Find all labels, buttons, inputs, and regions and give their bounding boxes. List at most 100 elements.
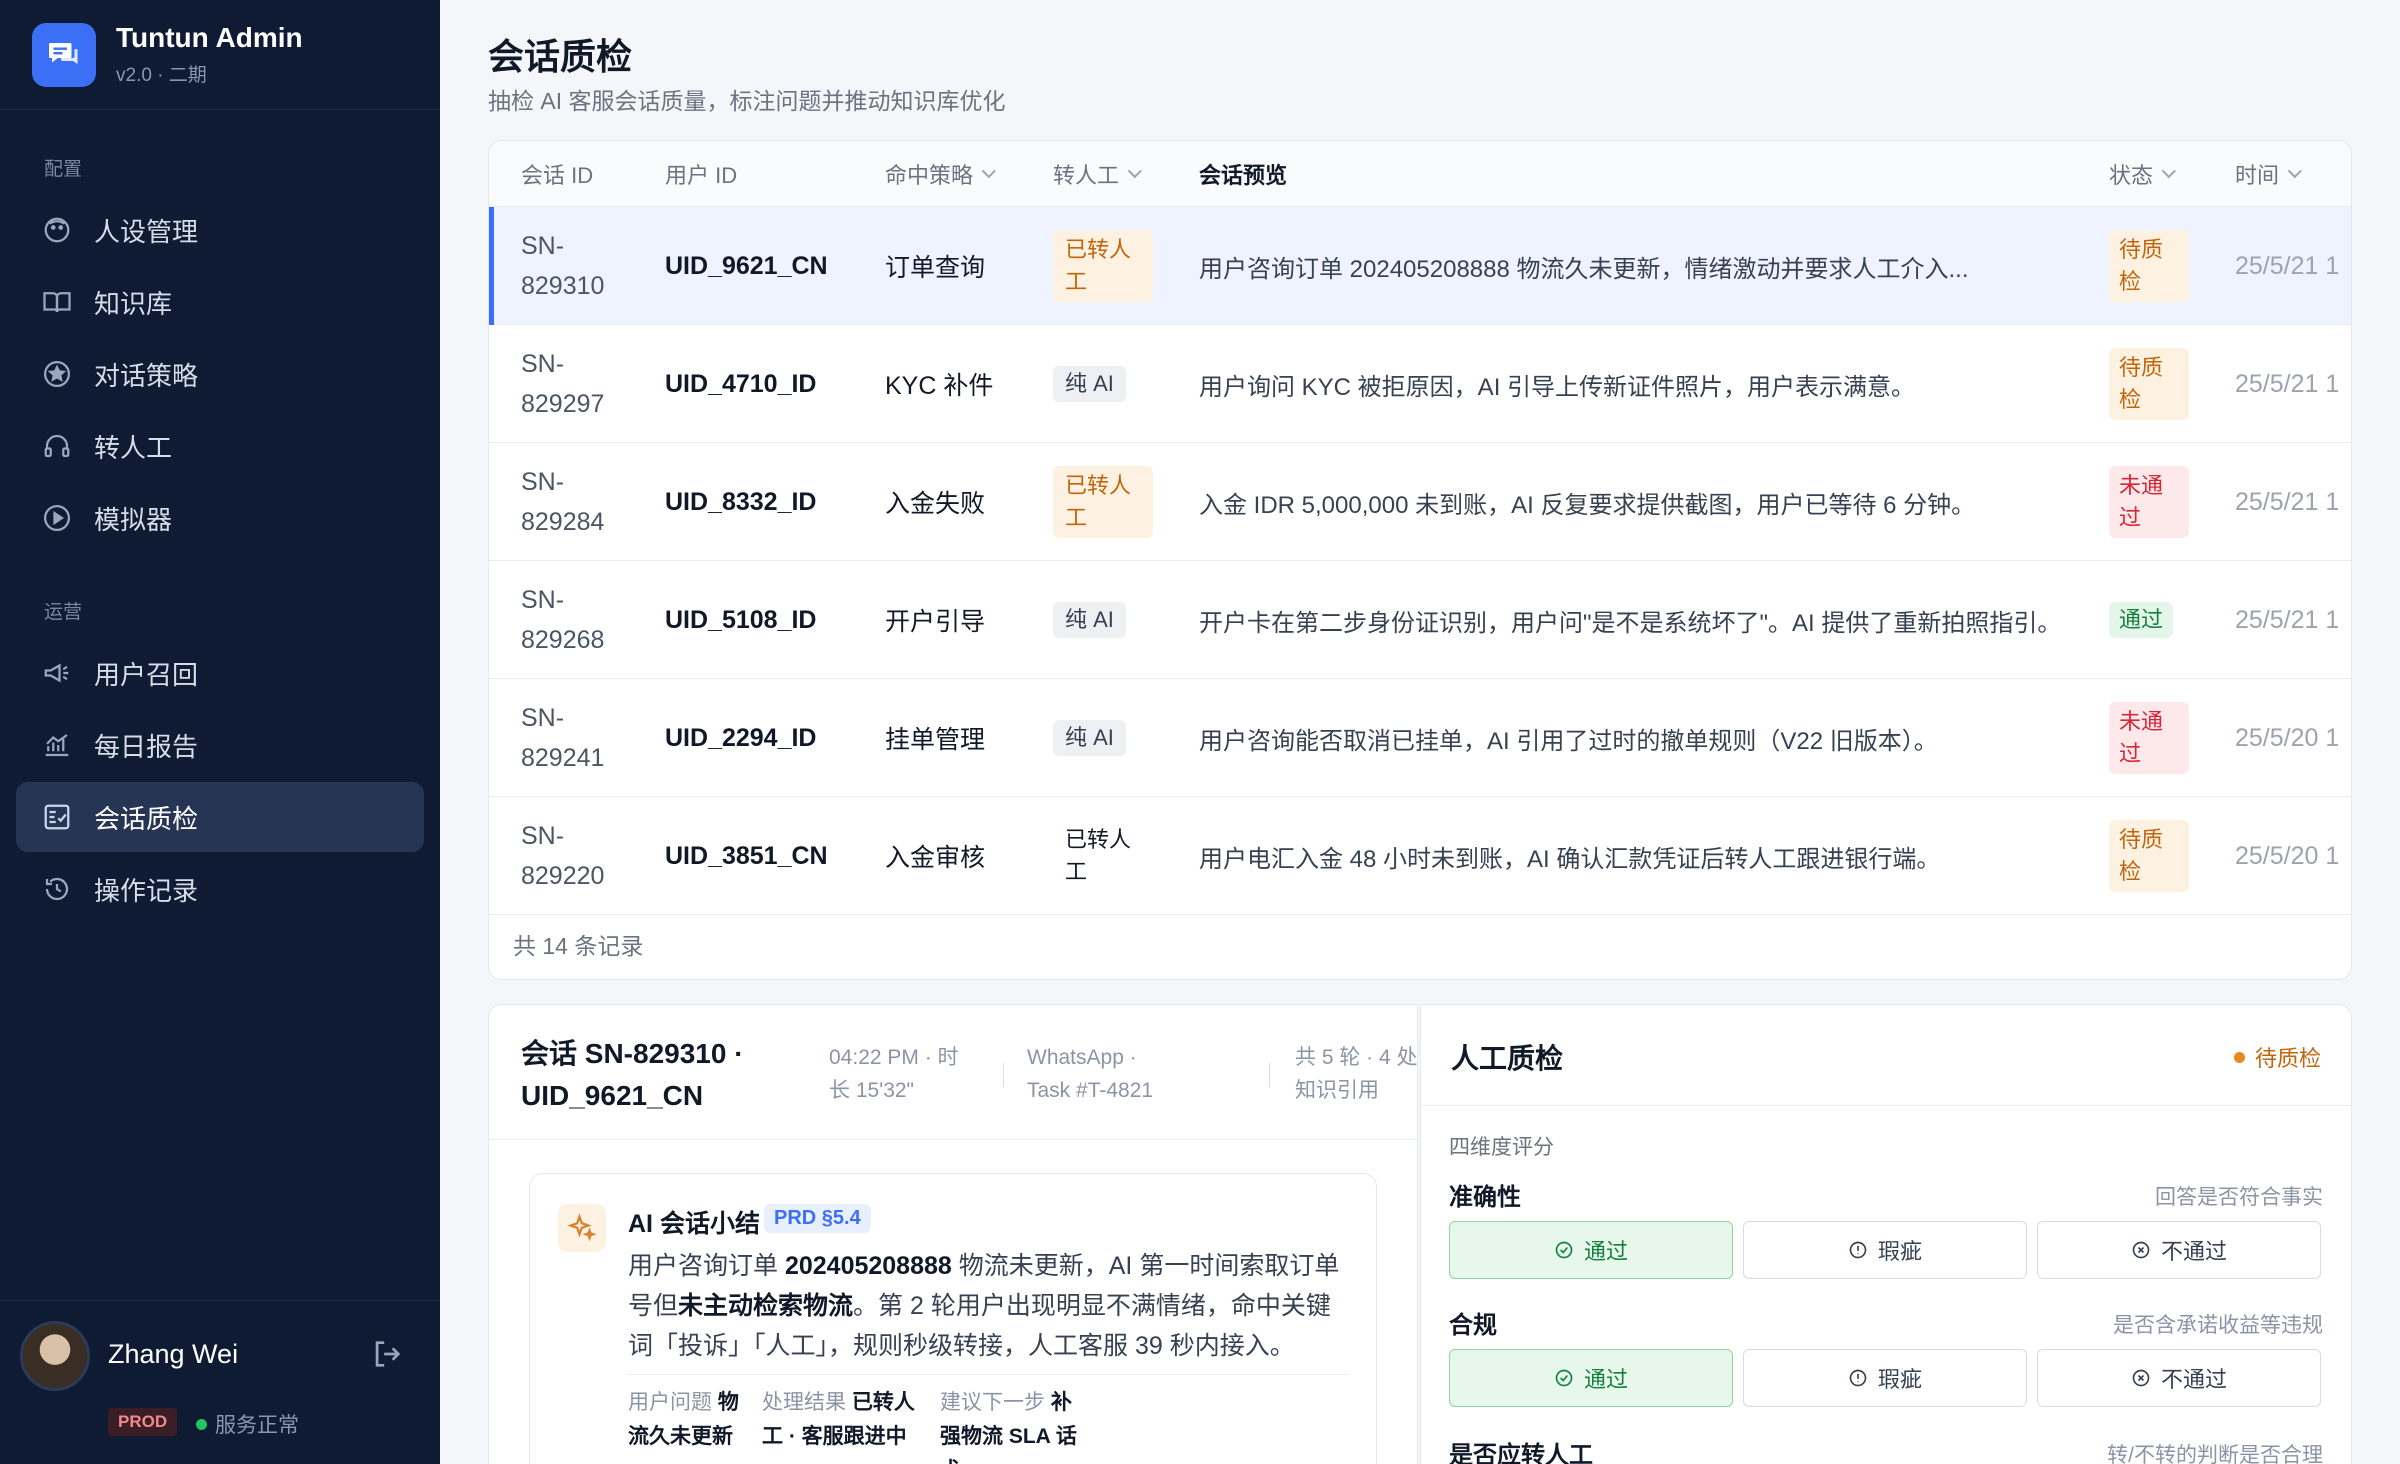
col-policy[interactable]: 命中策略 bbox=[885, 141, 996, 207]
table-row[interactable]: SN- 829220 UID_3851_CN 入金审核 已转人工 用户电汇入金 4… bbox=[489, 797, 2351, 915]
compliance-pass-button[interactable]: 通过 bbox=[1449, 1349, 1733, 1407]
chevron-down-icon bbox=[981, 164, 996, 179]
session-detail: 会话 SN-829310 · UID_9621_CN 04:22 PM · 时长… bbox=[488, 1004, 1418, 1464]
cell-session-id: SN- 829241 bbox=[521, 679, 631, 797]
session-id-number: 829310 bbox=[521, 272, 605, 300]
divider bbox=[1269, 1063, 1270, 1087]
user-name: Zhang Wei bbox=[108, 1339, 239, 1369]
status-badge: 通过 bbox=[2109, 602, 2174, 638]
cell-policy: 挂单管理 bbox=[885, 726, 986, 754]
check-circle-icon bbox=[1555, 1369, 1573, 1387]
handoff-tag: 纯 AI bbox=[1053, 602, 1126, 638]
summary-problem: 用户问题 物流久未更新 bbox=[628, 1386, 752, 1454]
dim-handoff-label: 是否应转人工 bbox=[1449, 1442, 1593, 1464]
summary-next-step: 建议下一步 补强物流 SLA 话术 bbox=[940, 1386, 1090, 1464]
cell-preview: 开户卡在第二步身份证识别，用户问"是不是系统坏了"。AI 提供了重新拍照指引。 bbox=[1199, 609, 2062, 637]
sidebar-item-label: 每日报告 bbox=[94, 731, 199, 762]
accuracy-fail-button[interactable]: 不通过 bbox=[2037, 1221, 2321, 1279]
col-preview: 会话预览 bbox=[1199, 163, 1288, 188]
cell-preview: 用户咨询能否取消已挂单，AI 引用了过时的撤单规则（V22 旧版本）。 bbox=[1199, 727, 1938, 755]
detail-channel: WhatsApp · Task #T-4821 bbox=[1027, 1046, 1154, 1102]
cell-policy: 开户引导 bbox=[885, 608, 986, 636]
chat-logo-icon bbox=[32, 22, 96, 87]
session-id-number: 829220 bbox=[521, 862, 605, 890]
cell-preview: 用户咨询订单 202405208888 物流久未更新，情绪激动并要求人工介入..… bbox=[1199, 255, 1969, 283]
chevron-down-icon bbox=[2161, 164, 2176, 179]
table-row[interactable]: SN- 829297 UID_4710_ID KYC 补件 纯 AI 用户询问 K… bbox=[489, 325, 2351, 443]
sidebar-item-recall[interactable]: 用户召回 bbox=[16, 638, 424, 708]
sidebar-item-logs[interactable]: 操作记录 bbox=[16, 854, 424, 924]
compliance-flaw-button[interactable]: 瑕疵 bbox=[1743, 1349, 2027, 1407]
cell-user-id: UID_2294_ID bbox=[665, 723, 817, 752]
table-row[interactable]: SN- 829284 UID_8332_ID 入金失败 已转人工 入金 IDR 5… bbox=[489, 443, 2351, 561]
detail-rounds: 共 5 轮 · 4 处知识引用 bbox=[1295, 1046, 1418, 1102]
handoff-tag: 已转人工 bbox=[1053, 230, 1153, 302]
sidebar-item-label: 人设管理 bbox=[94, 216, 199, 247]
handoff-tag: 纯 AI bbox=[1053, 720, 1126, 756]
col-policy-label: 命中策略 bbox=[885, 163, 974, 188]
cell-policy: KYC 补件 bbox=[885, 372, 994, 400]
sidebar-item-label: 会话质检 bbox=[94, 803, 199, 834]
sidebar-item-strategy[interactable]: 对话策略 bbox=[16, 339, 424, 409]
sidebar-item-handoff[interactable]: 转人工 bbox=[16, 411, 424, 481]
handoff-tag: 已转人工 bbox=[1053, 466, 1153, 538]
alert-circle-icon bbox=[1849, 1241, 1867, 1259]
book-icon bbox=[40, 285, 74, 319]
page-subtitle: 抽检 AI 客服会话质量，标注问题并推动知识库优化 bbox=[488, 88, 1006, 114]
cell-policy: 订单查询 bbox=[885, 254, 986, 282]
sidebar-item-qa[interactable]: 会话质检 bbox=[16, 782, 424, 852]
star-icon bbox=[40, 357, 74, 391]
cell-session-id: SN- 829310 bbox=[521, 207, 631, 325]
checklist-icon bbox=[40, 800, 74, 834]
accuracy-flaw-button[interactable]: 瑕疵 bbox=[1743, 1221, 2027, 1279]
session-id-number: 829241 bbox=[521, 744, 605, 772]
option-label: 不通过 bbox=[2160, 1367, 2227, 1392]
accuracy-pass-button[interactable]: 通过 bbox=[1449, 1221, 1733, 1279]
cell-handoff: 纯 AI bbox=[1053, 325, 1153, 443]
cell-user-id: UID_8332_ID bbox=[665, 487, 817, 516]
dim-accuracy-hint: 回答是否符合事实 bbox=[2155, 1186, 2323, 1209]
cell-handoff: 纯 AI bbox=[1053, 561, 1153, 679]
sidebar-item-knowledge[interactable]: 知识库 bbox=[16, 267, 424, 337]
check-circle-icon bbox=[1555, 1241, 1573, 1259]
cell-preview: 用户电汇入金 48 小时未到账，AI 确认汇款凭证后转人工跟进银行端。 bbox=[1199, 845, 1941, 873]
sidebar-item-daily-report[interactable]: 每日报告 bbox=[16, 710, 424, 780]
main: 会话质检 抽检 AI 客服会话质量，标注问题并推动知识库优化 会话 ID 用户 … bbox=[440, 0, 2400, 1464]
logout-icon[interactable] bbox=[370, 1337, 406, 1373]
compliance-fail-button[interactable]: 不通过 bbox=[2037, 1349, 2321, 1407]
cell-policy: 入金审核 bbox=[885, 844, 986, 872]
col-handoff[interactable]: 转人工 bbox=[1053, 141, 1142, 207]
cell-status: 待质检 bbox=[2109, 207, 2189, 325]
brand[interactable]: Tuntun Admin v2.0 · 二期 bbox=[0, 0, 440, 110]
sidebar-item-label: 对话策略 bbox=[94, 360, 199, 391]
table-row[interactable]: SN- 829268 UID_5108_ID 开户引导 纯 AI 开户卡在第二步身… bbox=[489, 561, 2351, 679]
chevron-down-icon bbox=[2287, 164, 2302, 179]
status-badge: 未通过 bbox=[2109, 702, 2189, 774]
alert-circle-icon bbox=[1849, 1369, 1867, 1387]
prd-badge[interactable]: PRD §5.4 bbox=[764, 1204, 871, 1233]
nav-section-ops: 运营 bbox=[44, 602, 83, 623]
summary-result: 处理结果 已转人工 · 客服跟进中 bbox=[762, 1386, 934, 1454]
session-id-prefix: SN- bbox=[521, 822, 565, 850]
option-label: 通过 bbox=[1583, 1367, 1628, 1392]
headset-icon bbox=[40, 429, 74, 463]
col-status[interactable]: 状态 bbox=[2109, 141, 2176, 207]
sidebar-item-persona[interactable]: 人设管理 bbox=[16, 195, 424, 265]
dim-compliance-hint: 是否含承诺收益等违规 bbox=[2113, 1314, 2323, 1337]
detail-title: 会话 SN-829310 · UID_9621_CN bbox=[521, 1038, 744, 1111]
handoff-tag: 已转人工 bbox=[1065, 827, 1132, 884]
cell-handoff: 已转人工 bbox=[1053, 797, 1153, 915]
avatar[interactable] bbox=[20, 1321, 90, 1391]
option-label: 瑕疵 bbox=[1877, 1239, 1922, 1264]
app-title: Tuntun Admin bbox=[116, 22, 303, 53]
col-time[interactable]: 时间 bbox=[2235, 141, 2302, 207]
table-row[interactable]: SN- 829241 UID_2294_ID 挂单管理 纯 AI 用户咨询能否取消… bbox=[489, 679, 2351, 797]
page-title: 会话质检 bbox=[488, 36, 633, 77]
cell-time: 25/5/21 1 bbox=[2235, 369, 2340, 398]
table-row[interactable]: SN- 829310 UID_9621_CN 订单查询 已转人工 用户咨询订单 2… bbox=[489, 207, 2351, 325]
play-icon bbox=[40, 501, 74, 535]
sidebar-item-simulator[interactable]: 模拟器 bbox=[16, 483, 424, 553]
sidebar-item-label: 操作记录 bbox=[94, 875, 199, 906]
session-id-number: 829284 bbox=[521, 508, 605, 536]
option-label: 通过 bbox=[1583, 1239, 1628, 1264]
